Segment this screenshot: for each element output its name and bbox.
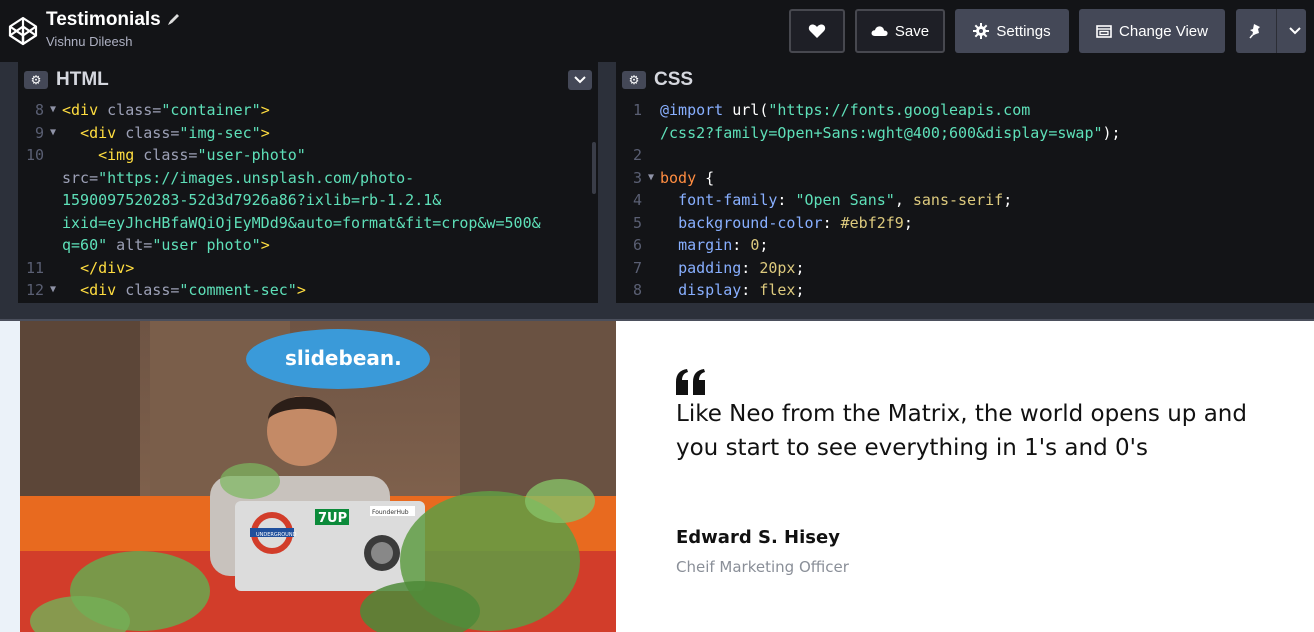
code-line: 7 padding: 20px; [632,258,805,277]
user-photo-illustration: slidebean. UNDERGROUND 7UP FounderHub [20,321,616,632]
testimonial-card: slidebean. UNDERGROUND 7UP FounderHub Li… [20,321,1314,632]
slidebean-sign: slidebean. [285,346,402,370]
pen-title-block: Testimonials Vishnu Dileesh [46,9,181,49]
pen-title-text[interactable]: Testimonials [46,9,161,31]
code-line: 12 ▼ <div class="comment-sec"> [25,281,306,299]
code-line: 8 ▼ <div class="container"> [34,101,270,119]
chevron-down-icon[interactable] [568,70,592,90]
chevron-down-icon [1289,27,1301,35]
code-line: 1590097520283-52d3d7926a86?ixlib=rb-1.2.… [62,191,442,209]
editor-area: ⚙ HTML 8 ▼ <div class="container"> 9 ▼ <di… [0,62,1314,303]
code-line: 8 display: flex; [632,281,805,299]
gear-icon [973,23,990,39]
html-settings-icon[interactable]: ⚙ [24,70,48,89]
person-role: Cheif Marketing Officer [676,558,849,576]
code-line: q=60" alt="user photo"> [62,236,270,254]
css-code[interactable]: 1 @import url("https://fonts.googleapis.… [616,97,1314,303]
pen-title[interactable]: Testimonials [46,9,181,31]
svg-text:UNDERGROUND: UNDERGROUND [256,532,297,538]
top-bar: Testimonials Vishnu Dileesh Save Setting… [0,0,1314,62]
save-button[interactable]: Save [855,9,945,53]
code-line: 5 background-color: #ebf2f9; [632,213,913,232]
code-line: 4 font-family: "Open Sans", sans-serif; [632,191,1013,209]
code-line: 6 margin: 0; [632,236,769,254]
html-scrollbar[interactable] [592,142,596,194]
code-line: /css2?family=Open+Sans:wght@400;600&disp… [660,123,1121,142]
pen-author[interactable]: Vishnu Dileesh [46,34,181,49]
change-view-icon [1096,24,1112,38]
cloud-icon [871,26,888,36]
quote-icon [676,345,706,405]
css-editor: ⚙ CSS 1 @import url("https://fonts.googl… [616,62,1314,303]
testimonial-quote: Like Neo from the Matrix, the world open… [676,401,1247,461]
html-editor: ⚙ HTML 8 ▼ <div class="container"> 9 ▼ <di… [18,62,598,303]
html-code[interactable]: 8 ▼ <div class="container"> 9 ▼ <div class… [18,97,598,303]
code-line: ixid=eyJhcHBfaWQiOjEyMDd9&auto=format&fi… [62,213,541,232]
pin-dropdown[interactable] [1284,9,1306,53]
svg-text:7UP: 7UP [318,511,347,526]
settings-label: Settings [996,22,1051,40]
svg-text:FounderHub: FounderHub [372,509,409,516]
code-line: 11 </div> [25,258,135,277]
code-line: 1 @import url("https://fonts.googleapis.… [632,101,1031,119]
pin-icon [1249,24,1261,39]
settings-button[interactable]: Settings [955,9,1069,53]
html-editor-header: ⚙ HTML [18,62,598,97]
css-editor-label: CSS [654,68,694,90]
preview-pane: slidebean. UNDERGROUND 7UP FounderHub Li… [0,321,1314,632]
css-settings-icon[interactable]: ⚙ [622,70,646,89]
html-editor-label: HTML [56,68,109,90]
code-line: 9 ▼ <div class="img-sec"> [34,123,270,142]
love-button[interactable] [789,9,845,53]
code-line: 2 [632,146,642,164]
preview-resizer[interactable] [0,303,1314,321]
code-line: src="https://images.unsplash.com/photo- [62,168,415,187]
change-view-label: Change View [1119,22,1208,40]
change-view-button[interactable]: Change View [1079,9,1225,53]
pin-button[interactable] [1236,9,1306,53]
pin-toggle[interactable] [1236,9,1278,53]
codepen-logo-icon[interactable] [8,16,38,46]
code-line: 3 ▼ body { [632,168,715,187]
code-line: 10 <img class="user-photo" [25,146,306,164]
user-photo: slidebean. UNDERGROUND 7UP FounderHub [20,321,616,632]
person-name: Edward S. Hisey [676,527,840,548]
css-editor-header: ⚙ CSS [616,62,1314,97]
save-label: Save [894,22,930,40]
heart-icon [808,24,826,38]
pencil-icon[interactable] [167,12,181,29]
